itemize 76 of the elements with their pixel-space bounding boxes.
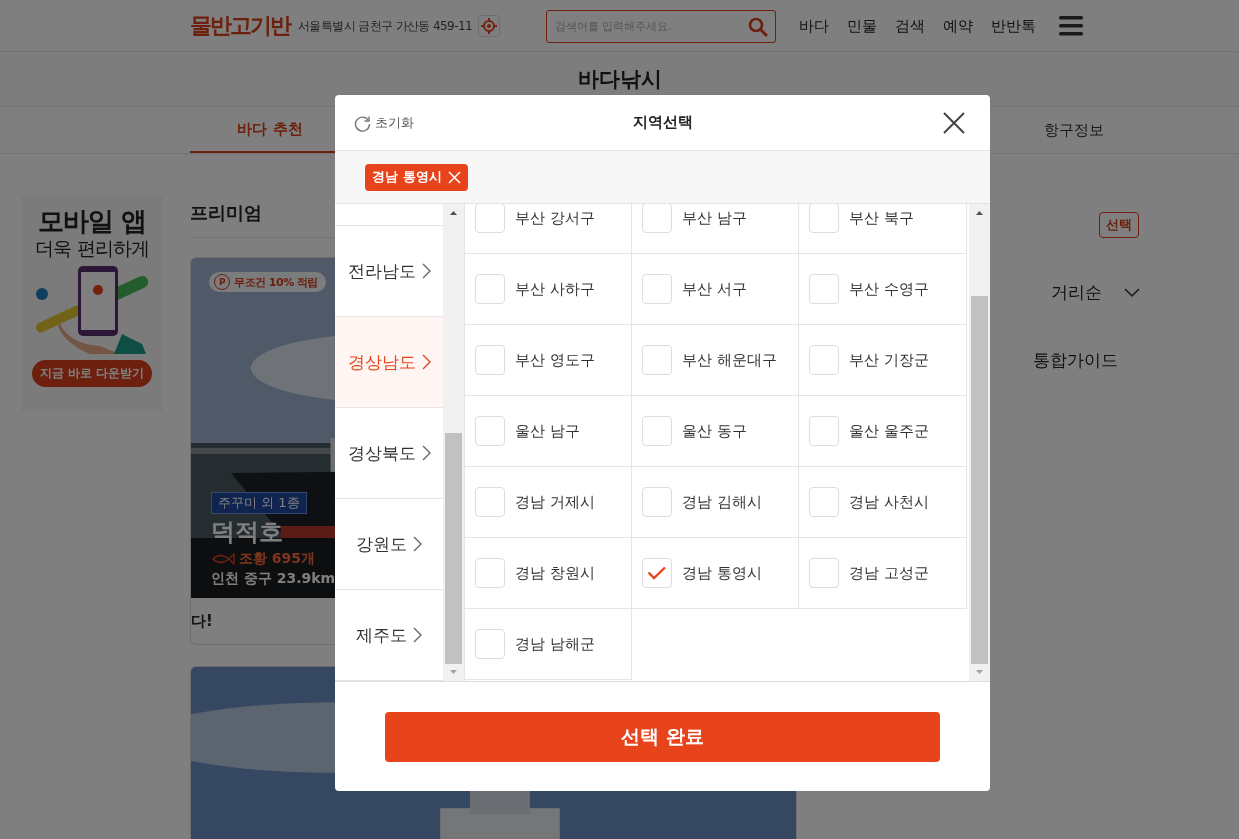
reward-text: 무조건 10% 적립: [234, 274, 318, 290]
checkbox[interactable]: [475, 204, 505, 233]
chevron-right-icon: [413, 536, 422, 552]
search-icon[interactable]: [747, 16, 768, 37]
checkbox[interactable]: [642, 345, 672, 375]
district-option[interactable]: 부산 서구: [632, 254, 799, 325]
checkmark-icon: [647, 566, 667, 580]
district-option[interactable]: 부산 북구: [799, 204, 967, 254]
location-target-icon[interactable]: [477, 15, 500, 37]
district-option[interactable]: 울산 울주군: [799, 396, 967, 467]
district-option[interactable]: 부산 남구: [632, 204, 799, 254]
checkbox[interactable]: [642, 416, 672, 446]
reset-button[interactable]: 초기화: [354, 114, 414, 132]
ad-subtitle: 더욱 편리하게: [35, 236, 149, 260]
species-tag: 주꾸미 외 1종: [211, 492, 307, 514]
checkbox[interactable]: [642, 558, 672, 588]
checkbox[interactable]: [642, 204, 672, 233]
region-item[interactable]: 경상남도: [335, 317, 443, 408]
address-text: 서울특별시 금천구 가산동 459-11: [298, 17, 472, 35]
checkbox[interactable]: [809, 204, 839, 233]
district-option[interactable]: 부산 사하구: [465, 254, 632, 325]
selected-chip[interactable]: 경남 통영시: [365, 163, 468, 191]
checkbox[interactable]: [642, 487, 672, 517]
app-ad-banner[interactable]: 모바일 앱 더욱 편리하게 지금 바로 다운받기: [21, 196, 163, 411]
nav-link[interactable]: 바다: [789, 16, 838, 36]
ad-title: 모바일 앱: [37, 206, 147, 236]
district-option[interactable]: 부산 수영구: [799, 254, 967, 325]
chevron-right-icon: [421, 445, 431, 461]
tab[interactable]: 항구정보: [994, 107, 1154, 153]
checkbox[interactable]: [809, 416, 839, 446]
chevron-down-icon: [1124, 287, 1140, 298]
checkbox[interactable]: [475, 416, 505, 446]
scrollbar[interactable]: [969, 204, 990, 681]
district-option[interactable]: 울산 동구: [632, 396, 799, 467]
nav-link[interactable]: 반반톡: [981, 16, 1045, 36]
district-option[interactable]: 경남 창원시: [465, 538, 632, 609]
district-option[interactable]: 경남 거제시: [465, 467, 632, 538]
chevron-right-icon: [413, 627, 422, 643]
district-option[interactable]: 경남 통영시: [632, 538, 799, 609]
district-option[interactable]: 부산 기장군: [799, 325, 967, 396]
checkbox[interactable]: [809, 274, 839, 304]
district-option[interactable]: 경남 김해시: [632, 467, 799, 538]
remove-icon: [447, 170, 461, 184]
close-icon[interactable]: [943, 112, 965, 134]
nav-link[interactable]: 민물: [837, 16, 886, 36]
refresh-icon: [354, 114, 371, 132]
chevron-right-icon: [421, 354, 431, 370]
checkbox[interactable]: [475, 558, 505, 588]
scrollbar[interactable]: [443, 204, 464, 681]
district-option[interactable]: 경남 고성군: [799, 538, 967, 609]
district-option[interactable]: 경남 남해군: [465, 609, 632, 680]
boat-name: 덕적호: [211, 517, 283, 548]
district-option[interactable]: 부산 강서구: [465, 204, 632, 254]
location-text: 인천 중구 23.9km: [211, 570, 336, 588]
district-option[interactable]: 부산 해운대구: [632, 325, 799, 396]
nav-link[interactable]: 검색: [885, 16, 934, 36]
catch-count: 조황 695개: [239, 550, 316, 568]
checkbox[interactable]: [475, 629, 505, 659]
confirm-button[interactable]: 선택 완료: [385, 711, 940, 762]
checkbox[interactable]: [475, 345, 505, 375]
district-option[interactable]: 경남 사천시: [799, 467, 967, 538]
checkbox[interactable]: [809, 345, 839, 375]
menu-icon[interactable]: [1058, 16, 1083, 36]
checkbox[interactable]: [642, 274, 672, 304]
card-caption: 다!: [191, 611, 213, 631]
checkbox[interactable]: [475, 487, 505, 517]
checkbox[interactable]: [809, 558, 839, 588]
district-option[interactable]: 울산 남구: [465, 396, 632, 467]
page-title: 바다낚시: [577, 66, 662, 93]
district-option[interactable]: 부산 영도구: [465, 325, 632, 396]
dialog-title: 지역선택: [632, 113, 693, 132]
nav-link[interactable]: 예약: [933, 16, 982, 36]
checkbox[interactable]: [475, 274, 505, 304]
fish-icon: [211, 552, 235, 566]
checkbox[interactable]: [809, 487, 839, 517]
chevron-right-icon: [421, 263, 431, 279]
